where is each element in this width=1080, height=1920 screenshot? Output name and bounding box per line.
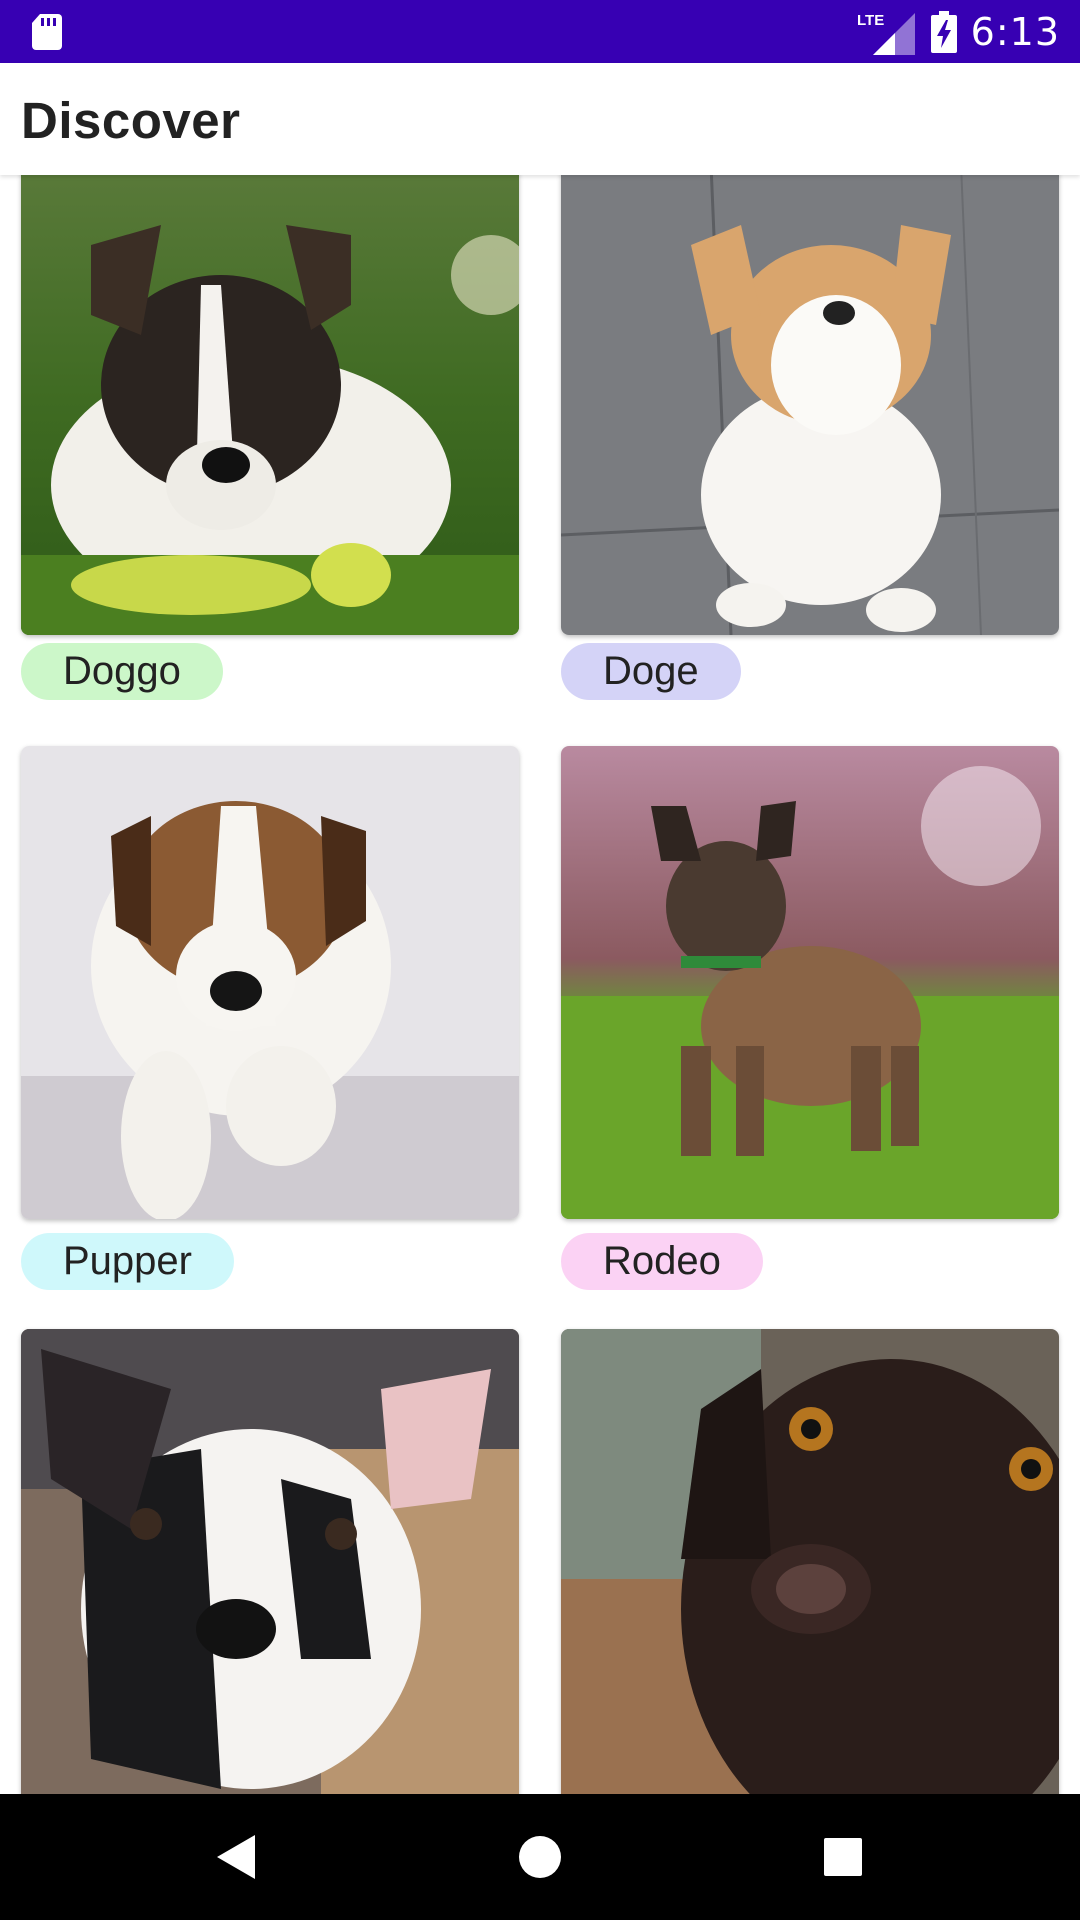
dog-name-chip: Doge [561, 643, 741, 700]
network-type-label: LTE [857, 12, 884, 29]
home-button[interactable] [480, 1794, 600, 1920]
home-icon [519, 1836, 561, 1878]
dog-name-chip: Pupper [21, 1233, 234, 1290]
status-time: 6:13 [970, 9, 1060, 54]
back-button[interactable] [176, 1794, 296, 1920]
navigation-bar [0, 1794, 1080, 1920]
dog-photo [561, 746, 1059, 1219]
sd-card-icon [32, 14, 62, 50]
battery-charging-icon [930, 10, 957, 53]
back-icon [217, 1835, 255, 1879]
dog-name-chip: Doggo [21, 643, 223, 700]
screen: LTE 6:13 Discover Doggo Doge Pupper Rode… [0, 0, 1080, 1920]
dog-photo [21, 746, 519, 1219]
discover-grid: Doggo Doge Pupper Rodeo [0, 175, 1080, 1794]
recents-button[interactable] [783, 1794, 903, 1920]
dog-photo [21, 175, 519, 635]
dog-photo [561, 175, 1059, 635]
app-bar: Discover [0, 63, 1080, 175]
dog-photo [21, 1329, 519, 1794]
status-bar: LTE 6:13 [0, 0, 1080, 63]
dog-name-chip: Rodeo [561, 1233, 763, 1290]
page-title: Discover [21, 92, 241, 149]
signal-icon: LTE [857, 12, 915, 55]
status-icons: LTE 6:13 [857, 0, 1060, 63]
recents-icon [824, 1838, 862, 1876]
dog-photo [561, 1329, 1059, 1794]
